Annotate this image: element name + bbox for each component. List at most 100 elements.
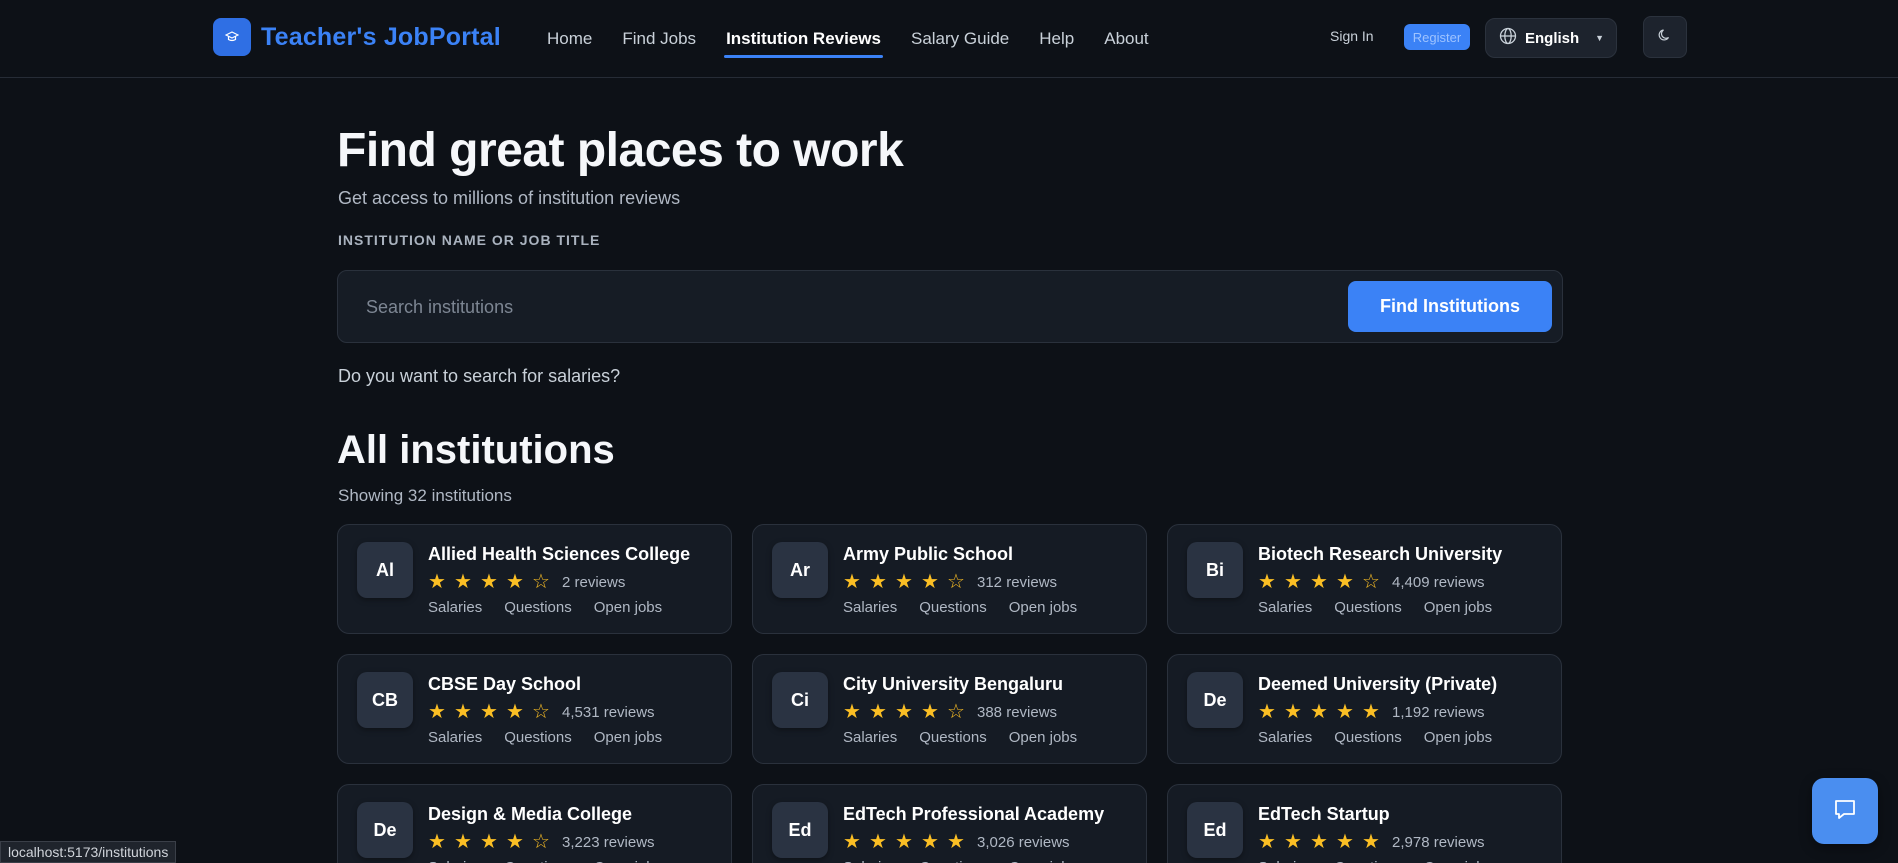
- card-links: Salaries Questions Open jobs: [1258, 859, 1492, 863]
- star-filled-icon: ★: [1284, 701, 1302, 723]
- find-institutions-button[interactable]: Find Institutions: [1348, 281, 1552, 332]
- questions-link[interactable]: Questions: [504, 599, 572, 616]
- open-jobs-link[interactable]: Open jobs: [594, 859, 662, 863]
- nav-find-jobs[interactable]: Find Jobs: [614, 0, 704, 78]
- star-rating: ★ ★ ★ ★ ☆ 388 reviews: [843, 702, 1057, 722]
- salaries-link[interactable]: Salaries: [843, 859, 897, 863]
- salaries-link[interactable]: Salaries: [428, 729, 482, 746]
- review-count[interactable]: 3,026 reviews: [977, 834, 1070, 851]
- open-jobs-link[interactable]: Open jobs: [1424, 859, 1492, 863]
- star-filled-icon: ★: [454, 831, 472, 853]
- institution-card[interactable]: Al Allied Health Sciences College ★ ★ ★ ★ ☆ 2 r…: [337, 524, 732, 634]
- card-links: Salaries Questions Open jobs: [428, 859, 662, 863]
- review-count[interactable]: 2,978 reviews: [1392, 834, 1485, 851]
- review-count[interactable]: 388 reviews: [977, 704, 1057, 721]
- review-count[interactable]: 4,531 reviews: [562, 704, 655, 721]
- theme-toggle[interactable]: [1643, 16, 1687, 58]
- salaries-link[interactable]: Salaries: [428, 859, 482, 863]
- salaries-link[interactable]: Salaries: [1258, 859, 1312, 863]
- salaries-link[interactable]: Salaries: [843, 729, 897, 746]
- review-count[interactable]: 3,223 reviews: [562, 834, 655, 851]
- star-filled-icon: ★: [869, 831, 887, 853]
- chat-bubble-icon: [1832, 796, 1858, 827]
- open-jobs-link[interactable]: Open jobs: [1009, 729, 1077, 746]
- star-filled-icon: ★: [428, 701, 446, 723]
- nav-help[interactable]: Help: [1031, 0, 1082, 78]
- questions-link[interactable]: Questions: [1334, 599, 1402, 616]
- institution-name[interactable]: EdTech Startup: [1258, 804, 1390, 825]
- salaries-link[interactable]: Salaries: [843, 599, 897, 616]
- nav-about[interactable]: About: [1096, 0, 1156, 78]
- star-filled-icon: ★: [1336, 831, 1354, 853]
- questions-link[interactable]: Questions: [919, 859, 987, 863]
- sign-in-link[interactable]: Sign In: [1330, 28, 1374, 44]
- card-links: Salaries Questions Open jobs: [1258, 729, 1492, 746]
- star-filled-icon: ★: [1336, 701, 1354, 723]
- institution-card[interactable]: De Design & Media College ★ ★ ★ ★ ☆ 3,223 revie…: [337, 784, 732, 863]
- institution-card[interactable]: Ed EdTech Professional Academy ★ ★ ★ ★ ★ 3,026 …: [752, 784, 1147, 863]
- nav-home[interactable]: Home: [539, 0, 600, 78]
- institution-name[interactable]: Biotech Research University: [1258, 544, 1502, 565]
- institution-card[interactable]: Bi Biotech Research University ★ ★ ★ ★ ☆ 4,409 …: [1167, 524, 1562, 634]
- questions-link[interactable]: Questions: [1334, 729, 1402, 746]
- salary-search-link[interactable]: Do you want to search for salaries?: [338, 366, 620, 387]
- open-jobs-link[interactable]: Open jobs: [594, 729, 662, 746]
- review-count[interactable]: 4,409 reviews: [1392, 574, 1485, 591]
- institution-card[interactable]: De Deemed University (Private) ★ ★ ★ ★ ★ 1,192 …: [1167, 654, 1562, 764]
- open-jobs-link[interactable]: Open jobs: [1009, 599, 1077, 616]
- card-links: Salaries Questions Open jobs: [843, 599, 1077, 616]
- institution-card[interactable]: Ed EdTech Startup ★ ★ ★ ★ ★ 2,978 reviews Salari…: [1167, 784, 1562, 863]
- page-title: Find great places to work: [337, 124, 904, 177]
- star-filled-icon: ★: [843, 701, 861, 723]
- review-count[interactable]: 2 reviews: [562, 574, 625, 591]
- language-selector[interactable]: English ▼: [1485, 18, 1617, 58]
- star-empty-icon: ☆: [532, 831, 550, 853]
- review-count[interactable]: 1,192 reviews: [1392, 704, 1485, 721]
- chat-button[interactable]: [1812, 778, 1878, 844]
- star-rating: ★ ★ ★ ★ ☆ 2 reviews: [428, 572, 625, 592]
- search-input[interactable]: [366, 287, 1316, 327]
- institution-card[interactable]: Ar Army Public School ★ ★ ★ ★ ☆ 312 reviews Sala…: [752, 524, 1147, 634]
- graduation-cap-icon: [213, 18, 251, 56]
- questions-link[interactable]: Questions: [504, 859, 572, 863]
- institution-name[interactable]: Allied Health Sciences College: [428, 544, 690, 565]
- questions-link[interactable]: Questions: [504, 729, 572, 746]
- star-rating: ★ ★ ★ ★ ☆ 4,531 reviews: [428, 702, 655, 722]
- open-jobs-link[interactable]: Open jobs: [1424, 599, 1492, 616]
- questions-link[interactable]: Questions: [1334, 859, 1402, 863]
- institution-name[interactable]: City University Bengaluru: [843, 674, 1063, 695]
- open-jobs-link[interactable]: Open jobs: [1424, 729, 1492, 746]
- chevron-down-icon: ▼: [1595, 33, 1605, 43]
- star-filled-icon: ★: [506, 571, 524, 593]
- salaries-link[interactable]: Salaries: [428, 599, 482, 616]
- institution-name[interactable]: Army Public School: [843, 544, 1013, 565]
- institution-card[interactable]: Ci City University Bengaluru ★ ★ ★ ★ ☆ 388 revi…: [752, 654, 1147, 764]
- salaries-link[interactable]: Salaries: [1258, 599, 1312, 616]
- nav-salary-guide[interactable]: Salary Guide: [903, 0, 1017, 78]
- brand[interactable]: Teacher's JobPortal: [213, 18, 501, 56]
- salaries-link[interactable]: Salaries: [1258, 729, 1312, 746]
- register-button[interactable]: Register: [1404, 24, 1470, 50]
- institution-avatar: De: [1187, 672, 1243, 728]
- open-jobs-link[interactable]: Open jobs: [594, 599, 662, 616]
- star-filled-icon: ★: [1310, 831, 1328, 853]
- review-count[interactable]: 312 reviews: [977, 574, 1057, 591]
- nav-institution-reviews[interactable]: Institution Reviews: [718, 0, 889, 78]
- status-bar-url: localhost:5173/institutions: [0, 841, 177, 863]
- institution-name[interactable]: EdTech Professional Academy: [843, 804, 1104, 825]
- star-filled-icon: ★: [1362, 701, 1380, 723]
- open-jobs-link[interactable]: Open jobs: [1009, 859, 1077, 863]
- star-rating: ★ ★ ★ ★ ★ 3,026 reviews: [843, 832, 1070, 852]
- star-rating: ★ ★ ★ ★ ☆ 4,409 reviews: [1258, 572, 1485, 592]
- institution-name[interactable]: Deemed University (Private): [1258, 674, 1497, 695]
- institution-name[interactable]: CBSE Day School: [428, 674, 581, 695]
- questions-link[interactable]: Questions: [919, 729, 987, 746]
- language-label: English: [1525, 29, 1580, 47]
- star-empty-icon: ☆: [1362, 571, 1380, 593]
- main-nav: Home Find Jobs Institution Reviews Salar…: [539, 0, 1171, 78]
- institution-name[interactable]: Design & Media College: [428, 804, 632, 825]
- globe-icon: [1499, 27, 1517, 50]
- institution-card[interactable]: CB CBSE Day School ★ ★ ★ ★ ☆ 4,531 reviews Salar…: [337, 654, 732, 764]
- questions-link[interactable]: Questions: [919, 599, 987, 616]
- institution-avatar: Ed: [1187, 802, 1243, 858]
